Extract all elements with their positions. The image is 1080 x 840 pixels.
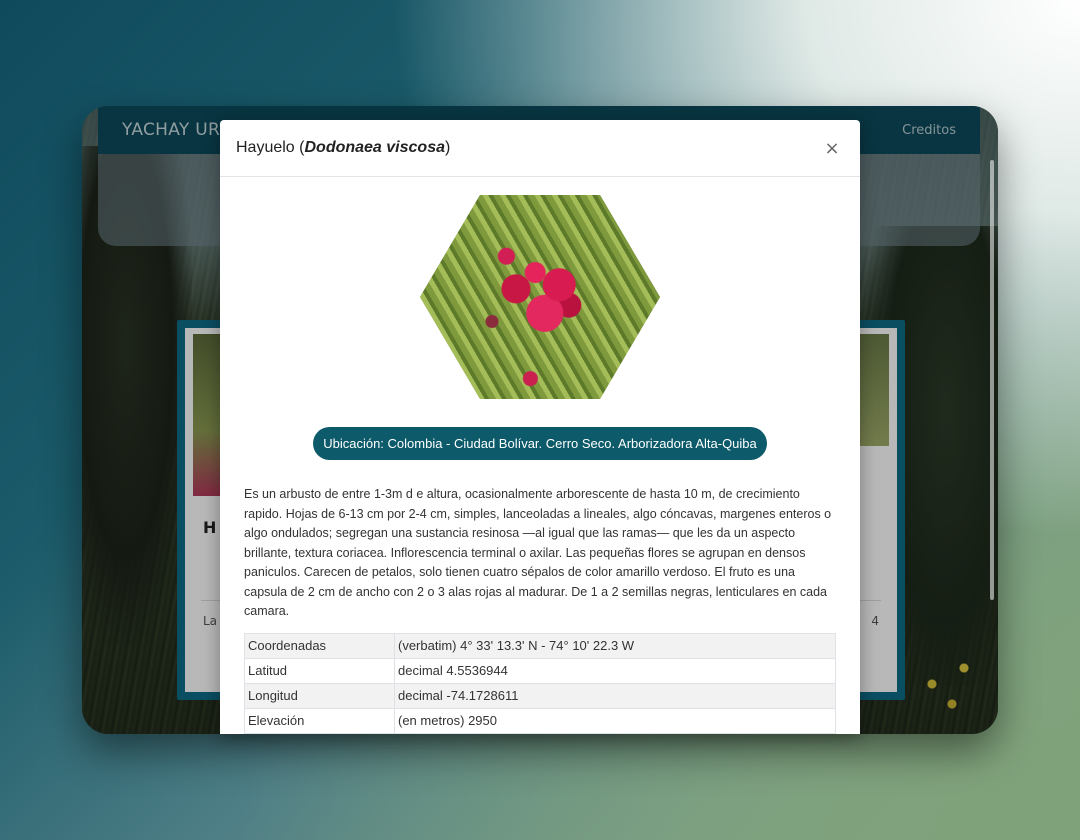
plant-detail-modal: Hayuelo (Dodonaea viscosa) × Ubicación: …	[220, 120, 860, 734]
plant-photo	[420, 195, 660, 399]
table-key: Elevación	[244, 707, 395, 734]
scrollbar[interactable]	[990, 160, 994, 600]
table-key: Latitud	[244, 657, 395, 684]
title-close-paren: )	[444, 139, 451, 156]
common-name: Hayuelo (	[236, 139, 305, 156]
table-row: Elevación (en metros) 2950	[244, 707, 836, 734]
table-key: Coordenadas	[244, 632, 395, 659]
table-row: Longitud decimal -74.1728611	[244, 682, 836, 709]
table-value: (verbatim) 4° 33' 13.3' N - 74° 10' 22.3…	[394, 632, 836, 659]
modal-title: Hayuelo (Dodonaea viscosa)	[236, 139, 450, 157]
image-wrapper	[244, 195, 836, 399]
plant-description: Es un arbusto de entre 1-3m d e altura, …	[244, 487, 832, 618]
table-value: decimal 4.5536944	[394, 657, 836, 684]
table-row: Coordenadas (verbatim) 4° 33' 13.3' N - …	[244, 632, 836, 659]
modal-body: Ubicación: Colombia - Ciudad Bolívar. Ce…	[220, 177, 860, 734]
table-value: (en metros) 2950	[394, 707, 836, 734]
table-row: Latitud decimal 4.5536944	[244, 657, 836, 684]
close-button[interactable]: ×	[820, 138, 844, 159]
table-value: decimal -74.1728611	[394, 682, 836, 709]
scientific-name: Dodonaea viscosa	[304, 139, 445, 156]
table-key: Longitud	[244, 682, 395, 709]
location-wrapper: Ubicación: Colombia - Ciudad Bolívar. Ce…	[244, 427, 836, 460]
location-badge: Ubicación: Colombia - Ciudad Bolívar. Ce…	[313, 427, 767, 460]
modal-header: Hayuelo (Dodonaea viscosa) ×	[220, 120, 860, 177]
coordinates-table: Coordenadas (verbatim) 4° 33' 13.3' N - …	[244, 632, 836, 734]
